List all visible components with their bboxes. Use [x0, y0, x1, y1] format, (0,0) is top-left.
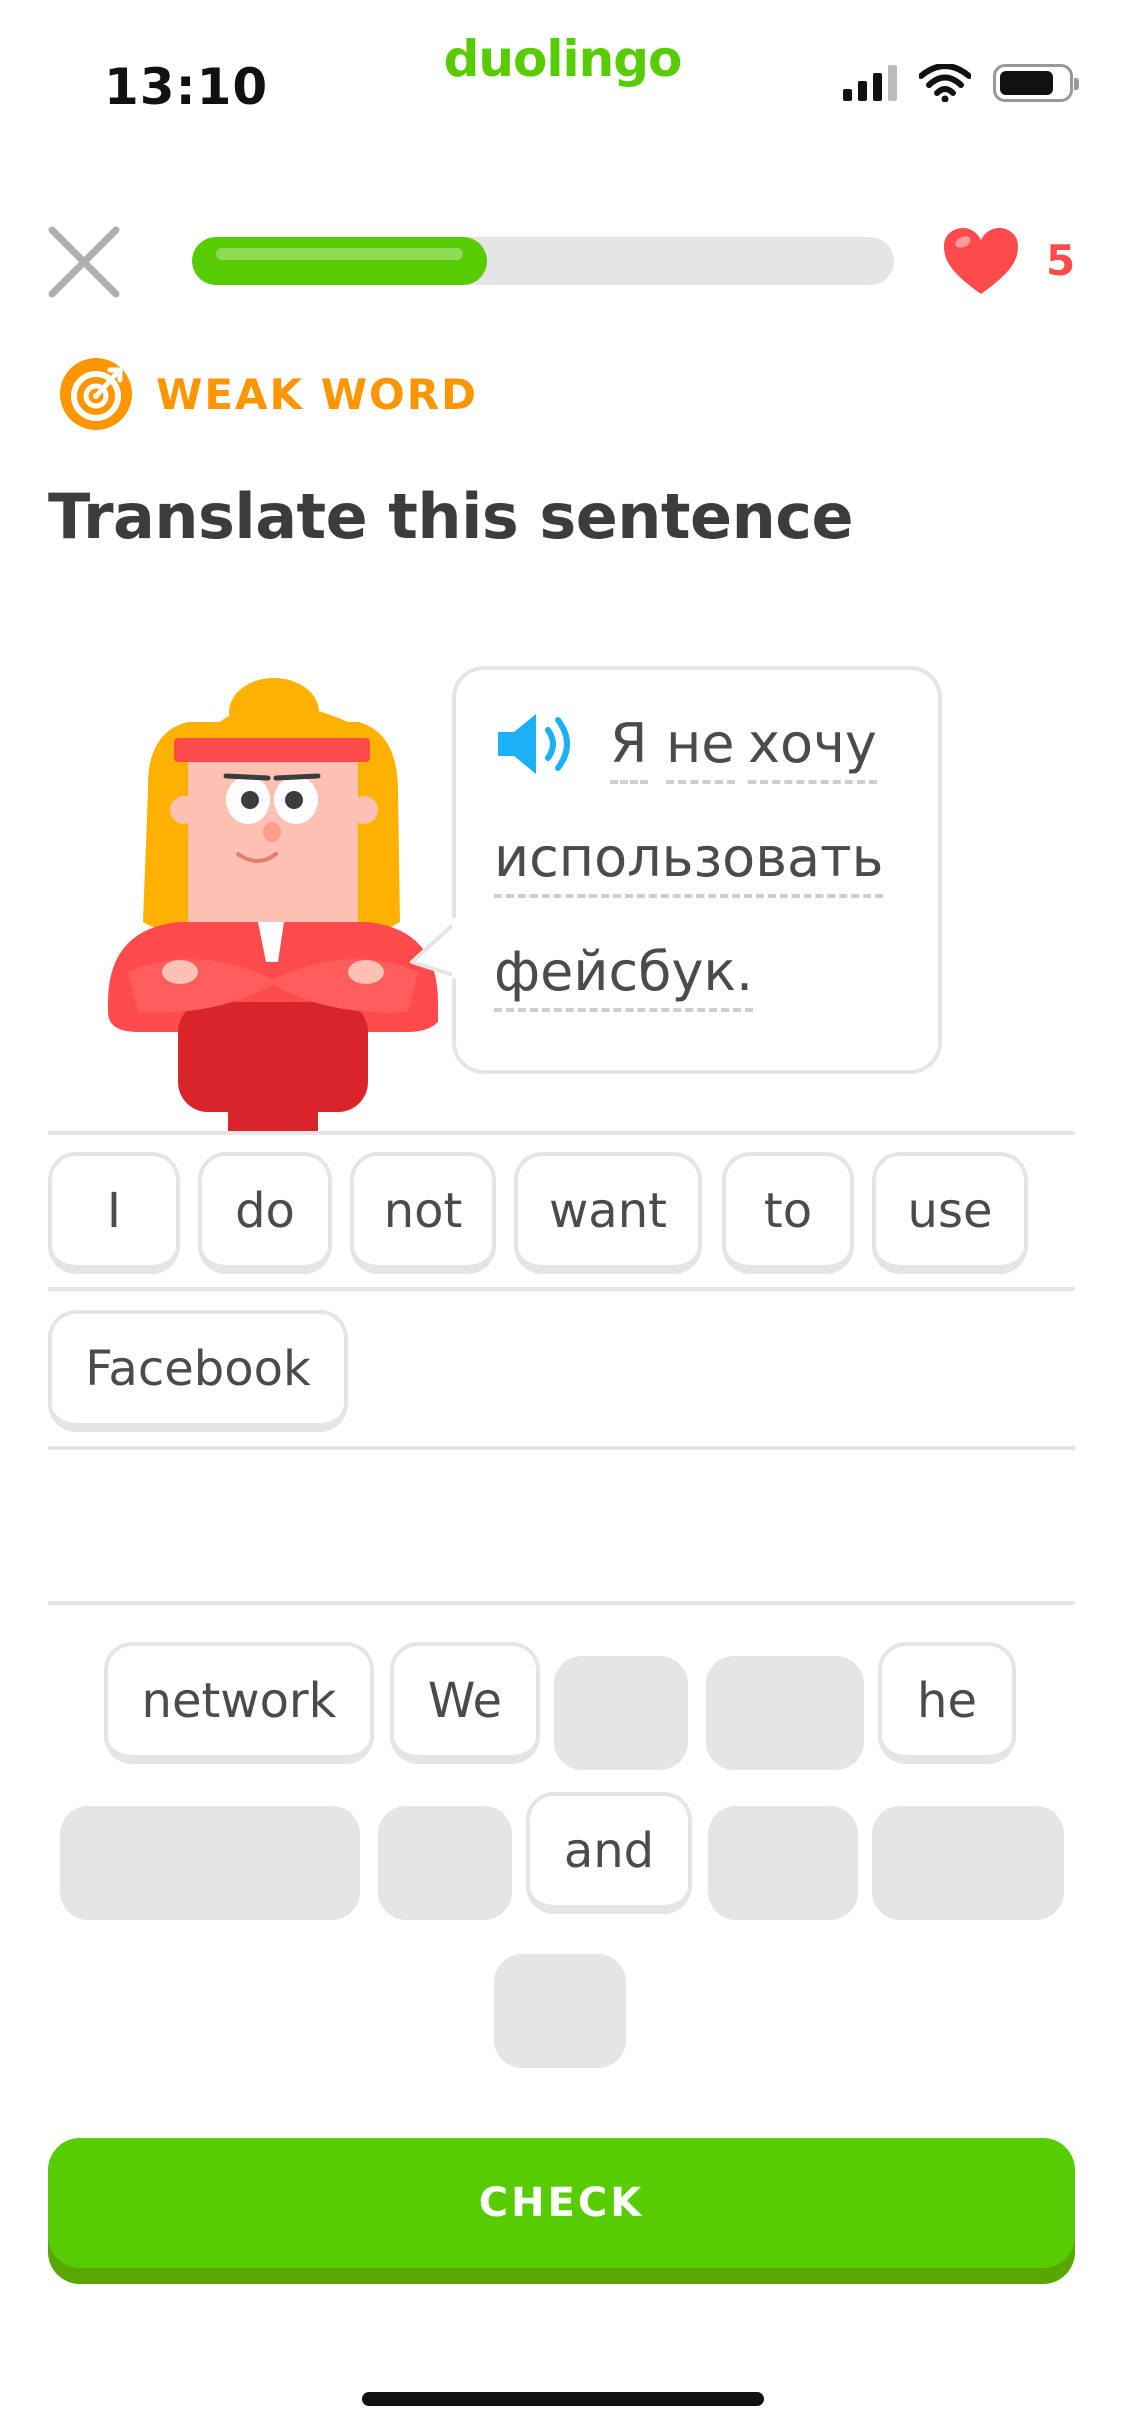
- used-word-slot: [706, 1656, 864, 1770]
- answer-chip[interactable]: do: [198, 1152, 332, 1274]
- answer-line: [48, 1287, 1075, 1291]
- speaker-icon[interactable]: [496, 710, 576, 778]
- close-icon[interactable]: [46, 224, 122, 300]
- answer-line: [48, 1131, 1075, 1135]
- answer-chip[interactable]: I: [48, 1152, 180, 1274]
- answer-line: [48, 1601, 1075, 1605]
- word-bank-chip[interactable]: he: [878, 1642, 1016, 1764]
- page-title: Translate this sentence: [48, 480, 854, 553]
- sentence-word[interactable]: использовать: [494, 826, 884, 898]
- speech-bubble-tail: [410, 918, 456, 978]
- battery-icon: [993, 64, 1079, 102]
- sentence-word[interactable]: фейсбук.: [494, 940, 754, 1012]
- word-bank-chip[interactable]: and: [526, 1792, 692, 1914]
- sentence-word[interactable]: хочу: [748, 712, 877, 784]
- used-word-slot: [494, 1954, 626, 2068]
- word-bank-chip[interactable]: network: [104, 1642, 374, 1764]
- check-button[interactable]: CHECK: [48, 2138, 1075, 2268]
- used-word-slot: [708, 1806, 858, 1920]
- answer-chip[interactable]: not: [350, 1152, 496, 1274]
- used-word-slot: [60, 1806, 360, 1920]
- status-icons: [843, 64, 1079, 102]
- used-word-slot: [872, 1806, 1064, 1920]
- cellular-signal-icon: [843, 65, 897, 101]
- used-word-slot: [378, 1806, 512, 1920]
- wifi-icon: [919, 64, 971, 102]
- character-illustration: [108, 678, 438, 1132]
- answer-chip[interactable]: use: [872, 1152, 1028, 1274]
- sentence-word[interactable]: не: [666, 712, 735, 784]
- target-icon: [60, 358, 132, 430]
- home-indicator[interactable]: [362, 2392, 764, 2406]
- heart-icon: [944, 228, 1018, 294]
- weak-word-label: WEAK WORD: [156, 370, 478, 419]
- hearts-count: 5: [1046, 236, 1076, 285]
- answer-line: [48, 1446, 1075, 1450]
- lesson-progress-bar: [192, 237, 894, 285]
- sentence-word[interactable]: Я: [610, 712, 648, 784]
- answer-chip[interactable]: to: [722, 1152, 854, 1274]
- used-word-slot: [554, 1656, 688, 1770]
- progress-fill: [192, 237, 487, 285]
- progress-shine: [216, 248, 463, 260]
- answer-chip[interactable]: want: [514, 1152, 702, 1274]
- word-bank-chip[interactable]: We: [390, 1642, 540, 1764]
- answer-chip[interactable]: Facebook: [48, 1310, 348, 1432]
